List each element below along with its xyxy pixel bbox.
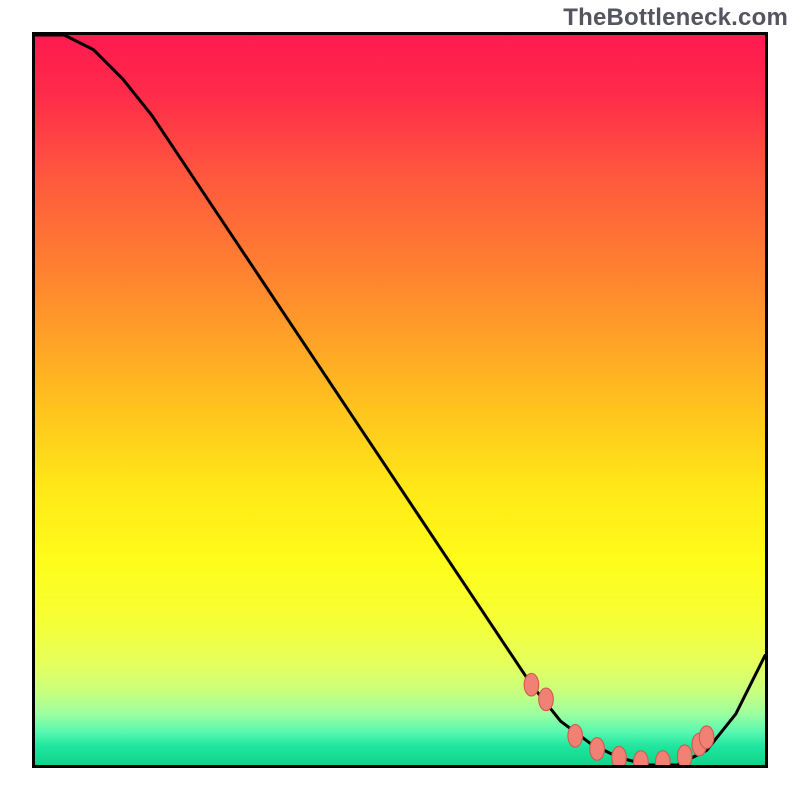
marker-dot bbox=[656, 751, 671, 765]
marker-dot bbox=[524, 673, 539, 696]
chart-layer bbox=[35, 35, 765, 765]
marker-dot bbox=[677, 745, 692, 765]
marker-dot bbox=[612, 746, 627, 765]
marker-dot bbox=[539, 688, 554, 711]
marker-dot bbox=[590, 738, 605, 761]
marker-dot bbox=[699, 726, 714, 749]
watermark-text: TheBottleneck.com bbox=[563, 4, 788, 32]
marker-dot bbox=[568, 724, 583, 747]
marker-dot bbox=[634, 751, 649, 765]
plot-area bbox=[32, 32, 768, 768]
chart-frame: TheBottleneck.com bbox=[0, 0, 800, 800]
bottleneck-curve bbox=[35, 35, 765, 765]
highlight-points bbox=[524, 673, 714, 765]
